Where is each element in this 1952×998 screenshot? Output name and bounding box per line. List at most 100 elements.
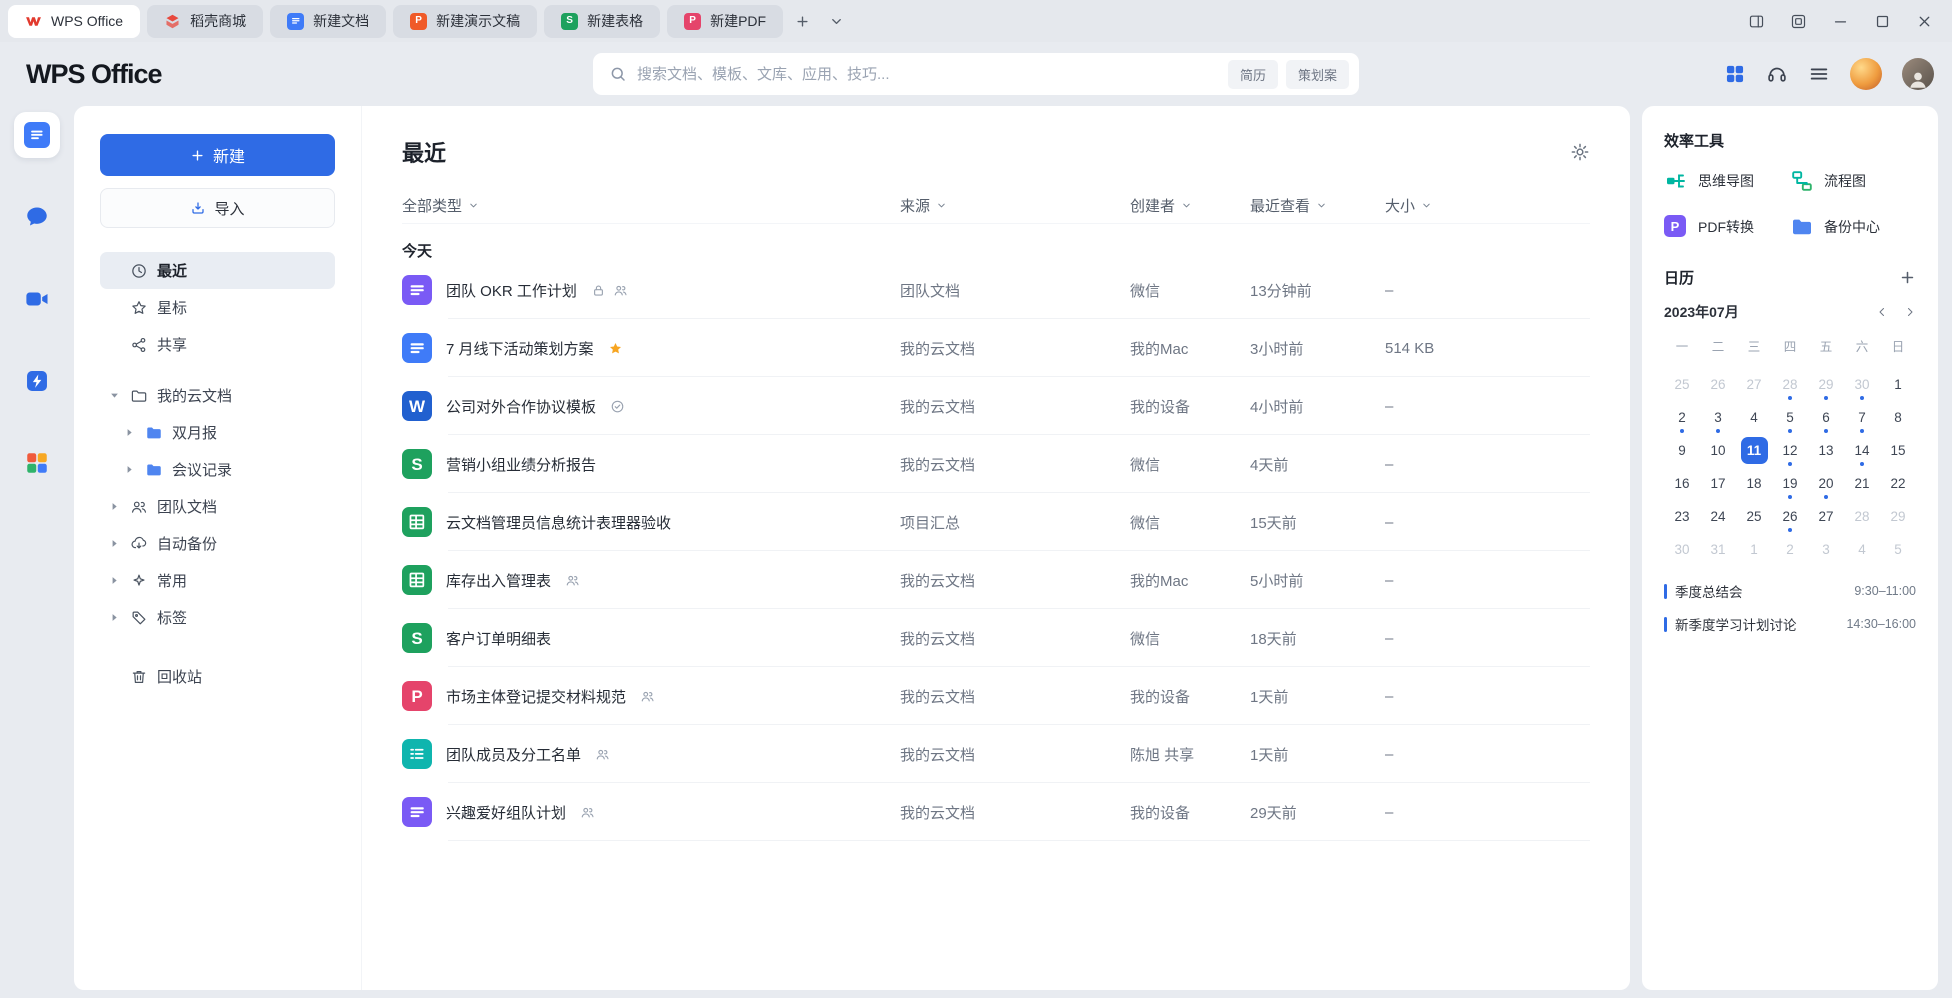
membership-badge[interactable]	[1850, 58, 1882, 90]
tool-1[interactable]: 流程图	[1790, 169, 1916, 193]
calendar-day[interactable]: 16	[1664, 467, 1700, 500]
tab-list-dropdown[interactable]	[821, 6, 851, 36]
caret-icon[interactable]	[108, 500, 121, 513]
tab-sheet[interactable]: S新建表格	[544, 5, 660, 38]
calendar-day[interactable]: 5	[1880, 533, 1916, 566]
calendar-day[interactable]: 27	[1736, 368, 1772, 401]
calendar-day[interactable]: 23	[1664, 500, 1700, 533]
calendar-day[interactable]: 30	[1844, 368, 1880, 401]
calendar-day[interactable]: 13	[1808, 434, 1844, 467]
calendar-event[interactable]: 新季度学习计划讨论14:30–16:00	[1664, 613, 1916, 635]
sidebar-item-team[interactable]: 团队文档	[100, 488, 335, 525]
calendar-day[interactable]: 3	[1700, 401, 1736, 434]
search-tag-plan[interactable]: 策划案	[1286, 60, 1349, 89]
split-view-button[interactable]	[1738, 6, 1774, 36]
user-avatar[interactable]	[1902, 58, 1934, 90]
calendar-day[interactable]: 2	[1772, 533, 1808, 566]
file-row[interactable]: 7 月线下活动策划方案我的云文档我的Mac3小时前514 KB	[402, 319, 1590, 377]
filter-dropdown-0[interactable]: 全部类型	[402, 195, 900, 216]
caret-icon[interactable]	[123, 463, 136, 476]
calendar-day[interactable]: 10	[1700, 434, 1736, 467]
calendar-day[interactable]: 3	[1808, 533, 1844, 566]
rail-docs-home[interactable]	[14, 112, 60, 158]
calendar-next-icon[interactable]	[1904, 306, 1916, 318]
sidebar-item-tag[interactable]: 标签	[100, 599, 335, 636]
file-row[interactable]: 兴趣爱好组队计划我的云文档我的设备29天前–	[402, 783, 1590, 841]
calendar-day[interactable]: 21	[1844, 467, 1880, 500]
sidebar-folder-item[interactable]: 双月报	[115, 414, 335, 451]
calendar-day[interactable]: 1	[1880, 368, 1916, 401]
file-row[interactable]: W公司对外合作协议模板我的云文档我的设备4小时前–	[402, 377, 1590, 435]
calendar-day[interactable]: 28	[1844, 500, 1880, 533]
calendar-prev-icon[interactable]	[1876, 306, 1888, 318]
file-row[interactable]: P市场主体登记提交材料规范我的云文档我的设备1天前–	[402, 667, 1590, 725]
sidebar-folder-item[interactable]: 会议记录	[115, 451, 335, 488]
calendar-day[interactable]: 27	[1808, 500, 1844, 533]
rail-quick-apps[interactable]	[14, 358, 60, 404]
calendar-day[interactable]: 15	[1880, 434, 1916, 467]
calendar-day[interactable]: 17	[1700, 467, 1736, 500]
calendar-day[interactable]: 26	[1700, 368, 1736, 401]
filter-dropdown-3[interactable]: 最近查看	[1250, 195, 1385, 216]
file-row[interactable]: 团队成员及分工名单我的云文档陈旭 共享1天前–	[402, 725, 1590, 783]
file-row[interactable]: 库存出入管理表我的云文档我的Mac5小时前–	[402, 551, 1590, 609]
calendar-day[interactable]: 28	[1772, 368, 1808, 401]
calendar-day[interactable]: 26	[1772, 500, 1808, 533]
caret-icon[interactable]	[108, 389, 121, 402]
rail-messages[interactable]	[14, 194, 60, 240]
calendar-day[interactable]: 29	[1880, 500, 1916, 533]
calendar-day[interactable]: 18	[1736, 467, 1772, 500]
calendar-day[interactable]: 2	[1664, 401, 1700, 434]
tool-2[interactable]: PPDF转换	[1664, 215, 1790, 239]
search-bar[interactable]: 简历 策划案	[593, 53, 1359, 95]
file-row[interactable]: 云文档管理员信息统计表理器验收项目汇总微信15天前–	[402, 493, 1590, 551]
tool-0[interactable]: 思维导图	[1664, 169, 1790, 193]
calendar-day[interactable]: 1	[1736, 533, 1772, 566]
filter-dropdown-2[interactable]: 创建者	[1130, 195, 1250, 216]
calendar-day[interactable]: 6	[1808, 401, 1844, 434]
calendar-day[interactable]: 22	[1880, 467, 1916, 500]
calendar-day[interactable]: 30	[1664, 533, 1700, 566]
calendar-day[interactable]: 4	[1844, 533, 1880, 566]
global-menu-icon[interactable]	[1808, 63, 1830, 85]
search-tag-resume[interactable]: 简历	[1228, 60, 1278, 89]
calendar-day[interactable]: 14	[1844, 434, 1880, 467]
calendar-day[interactable]: 8	[1880, 401, 1916, 434]
filter-dropdown-4[interactable]: 大小	[1385, 195, 1590, 216]
rail-meetings[interactable]	[14, 276, 60, 322]
calendar-day[interactable]: 20	[1808, 467, 1844, 500]
calendar-day[interactable]: 5	[1772, 401, 1808, 434]
close-button[interactable]	[1906, 6, 1942, 36]
caret-icon[interactable]	[108, 574, 121, 587]
tab-home[interactable]: WPS Office	[8, 5, 140, 38]
calendar-day[interactable]: 9	[1664, 434, 1700, 467]
calendar-day[interactable]: 25	[1736, 500, 1772, 533]
tab-pdf[interactable]: P新建PDF	[667, 5, 783, 38]
workspace-button[interactable]	[1780, 6, 1816, 36]
calendar-add-icon[interactable]	[1899, 269, 1916, 286]
file-row[interactable]: S客户订单明细表我的云文档微信18天前–	[402, 609, 1590, 667]
sidebar-item-star[interactable]: 星标	[100, 289, 335, 326]
calendar-day[interactable]: 11	[1736, 434, 1772, 467]
new-document-button[interactable]: 新建	[100, 134, 335, 176]
calendar-day[interactable]: 4	[1736, 401, 1772, 434]
rail-app-center[interactable]	[14, 440, 60, 486]
support-headset-icon[interactable]	[1766, 63, 1788, 85]
sidebar-item-share[interactable]: 共享	[100, 326, 335, 363]
file-row[interactable]: 团队 OKR 工作计划团队文档微信13分钟前–	[402, 261, 1590, 319]
minimize-button[interactable]	[1822, 6, 1858, 36]
import-button[interactable]: 导入	[100, 188, 335, 228]
calendar-event[interactable]: 季度总结会9:30–11:00	[1664, 580, 1916, 602]
new-tab-button[interactable]	[787, 6, 817, 36]
sidebar-item-backup[interactable]: 自动备份	[100, 525, 335, 562]
calendar-day[interactable]: 12	[1772, 434, 1808, 467]
sidebar-item-trash[interactable]: 回收站	[100, 658, 335, 695]
sidebar-item-clock[interactable]: 最近	[100, 252, 335, 289]
tool-3[interactable]: 备份中心	[1790, 215, 1916, 239]
calendar-day[interactable]: 19	[1772, 467, 1808, 500]
caret-icon[interactable]	[123, 426, 136, 439]
filter-dropdown-1[interactable]: 来源	[900, 195, 1130, 216]
sidebar-item-sparkle[interactable]: 常用	[100, 562, 335, 599]
caret-icon[interactable]	[108, 537, 121, 550]
file-row[interactable]: S营销小组业绩分析报告我的云文档微信4天前–	[402, 435, 1590, 493]
